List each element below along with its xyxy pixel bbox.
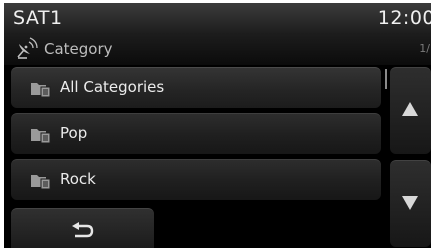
arrow-up-icon [402, 102, 418, 116]
scroll-down-button[interactable] [390, 160, 431, 247]
scroll-up-button[interactable] [390, 67, 431, 154]
page-title: Category [44, 40, 113, 58]
category-label: Rock [60, 170, 96, 188]
screen: SAT1 12:00 Category 1/1 All Categories [4, 3, 431, 248]
folder-icon [31, 175, 51, 189]
category-item-rock[interactable]: Rock [11, 159, 381, 200]
folder-icon [31, 83, 51, 97]
clock: 12:00 [377, 7, 431, 29]
category-label: All Categories [60, 78, 165, 96]
sub-header: Category 1/1 [4, 33, 431, 65]
satellite-antenna-icon [17, 37, 38, 59]
status-bar: SAT1 12:00 [4, 3, 431, 33]
folder-icon [31, 129, 51, 143]
back-button[interactable] [11, 208, 154, 248]
category-item-pop[interactable]: Pop [11, 113, 381, 154]
category-item-all-categories[interactable]: All Categories [11, 67, 381, 108]
scroll-divider [385, 69, 387, 89]
category-label: Pop [60, 124, 88, 142]
arrow-down-icon [402, 196, 418, 210]
page-indicator: 1/1 [419, 42, 431, 55]
band-label: SAT1 [13, 7, 63, 29]
back-arrow-icon [72, 222, 94, 238]
